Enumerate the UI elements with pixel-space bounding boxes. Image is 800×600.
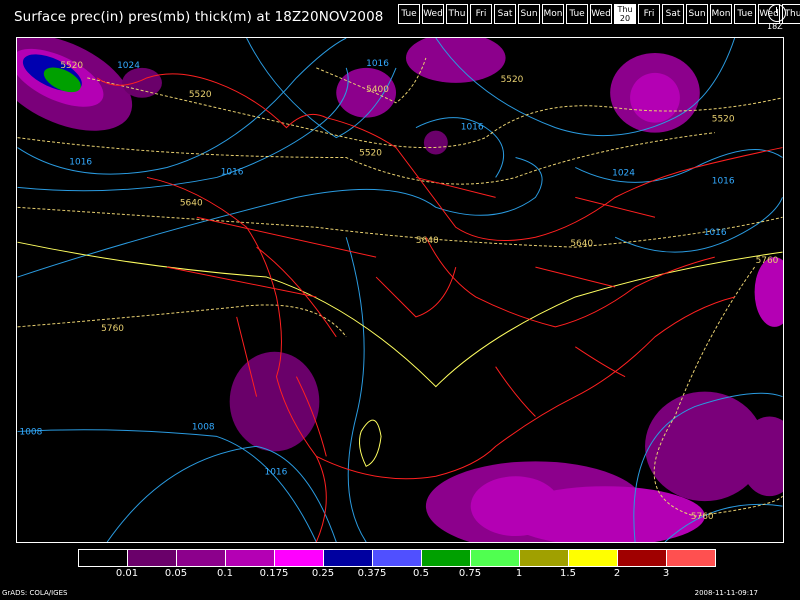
map-canvas: 1024 1016 1016 1016 1016 1024 1016 1016 …	[17, 38, 783, 542]
svg-text:1016: 1016	[704, 228, 727, 238]
colorbar-tick-label: 3	[662, 568, 670, 579]
timestamp: 2008-11-11-09:17	[694, 589, 758, 597]
colorbar-tick-label: 0.75	[458, 568, 482, 579]
map-title: Surface prec(in) pres(mb) thick(m) at 18…	[14, 9, 384, 25]
colorbar-swatch	[618, 550, 667, 566]
day-sat[interactable]: Sat	[494, 4, 516, 24]
colorbar-swatch	[79, 550, 128, 566]
svg-text:5640: 5640	[570, 239, 593, 249]
svg-text:1016: 1016	[366, 59, 389, 69]
day-fri[interactable]: Fri	[470, 4, 492, 24]
weather-map: 1024 1016 1016 1016 1016 1024 1016 1016 …	[16, 37, 784, 543]
day-wed[interactable]: Wed	[422, 4, 444, 24]
time-label: 18Z	[767, 22, 783, 31]
day-wed[interactable]: Wed	[590, 4, 612, 24]
day-fri[interactable]: Fri	[638, 4, 660, 24]
day-sun[interactable]: Sun	[686, 4, 708, 24]
day-sat[interactable]: Sat	[662, 4, 684, 24]
day-tue[interactable]: Tue	[566, 4, 588, 24]
day-mon[interactable]: Mon	[542, 4, 564, 24]
colorbar-swatch	[520, 550, 569, 566]
svg-text:1016: 1016	[221, 167, 244, 177]
colorbar-swatch	[324, 550, 373, 566]
svg-text:1016: 1016	[461, 123, 484, 133]
grads-credit: GrADS: COLA/IGES	[2, 589, 68, 597]
svg-text:5520: 5520	[60, 61, 83, 71]
colorbar-tick-label: 1	[515, 568, 523, 579]
day-thu[interactable]: Thu	[446, 4, 468, 24]
svg-text:5760: 5760	[756, 256, 779, 266]
svg-text:5640: 5640	[416, 236, 439, 246]
svg-text:1016: 1016	[265, 467, 288, 477]
svg-text:5520: 5520	[189, 90, 212, 100]
svg-text:1008: 1008	[20, 427, 43, 437]
svg-text:5520: 5520	[501, 75, 524, 85]
day-tue[interactable]: Tue	[734, 4, 756, 24]
day-selector: Tue Wed Thu Fri Sat Sun Mon Tue Wed Thu 20 Fri Sat Su…	[398, 4, 800, 24]
colorbar-swatch	[128, 550, 177, 566]
svg-text:1016: 1016	[712, 176, 735, 186]
colorbar-tick-label: 1.5	[560, 568, 576, 579]
svg-text:5760: 5760	[101, 324, 124, 334]
colorbar-swatch	[569, 550, 618, 566]
svg-text:1024: 1024	[117, 61, 140, 71]
svg-text:5520: 5520	[712, 115, 735, 125]
colorbar-swatch	[667, 550, 715, 566]
svg-text:1008: 1008	[192, 422, 215, 432]
svg-text:5520: 5520	[359, 149, 382, 159]
day-tue[interactable]: Tue	[398, 4, 420, 24]
svg-text:5400: 5400	[366, 85, 389, 95]
colorbar-tick-label: 0.175	[259, 568, 289, 579]
svg-text:1024: 1024	[612, 168, 635, 178]
svg-text:5640: 5640	[180, 198, 203, 208]
colorbar-tick-label: 0.375	[357, 568, 387, 579]
clock-icon	[768, 4, 786, 22]
day-thu-current[interactable]: Thu 20	[614, 4, 636, 24]
colorbar-tick-label: 0.05	[164, 568, 188, 579]
day-sun[interactable]: Sun	[518, 4, 540, 24]
colorbar-swatch	[177, 550, 226, 566]
svg-text:5760: 5760	[691, 512, 714, 522]
precip-colorbar	[78, 549, 716, 567]
colorbar-swatch	[275, 550, 324, 566]
day-mon[interactable]: Mon	[710, 4, 732, 24]
colorbar-tick-label: 0.01	[115, 568, 139, 579]
svg-text:1016: 1016	[69, 157, 92, 167]
colorbar-swatch	[422, 550, 471, 566]
colorbar-swatch	[373, 550, 422, 566]
colorbar-tick-label: 0.25	[311, 568, 335, 579]
precip-areas	[17, 38, 783, 542]
colorbar-tick-label: 2	[613, 568, 621, 579]
colorbar-tick-label: 0.5	[413, 568, 429, 579]
colorbar-ticks: 0.01 0.05 0.1 0.175 0.25 0.375 0.5 0.75 1 1.5 2 3	[78, 568, 718, 582]
colorbar-swatch	[226, 550, 275, 566]
colorbar-tick-label: 0.1	[217, 568, 233, 579]
colorbar-swatch	[471, 550, 520, 566]
